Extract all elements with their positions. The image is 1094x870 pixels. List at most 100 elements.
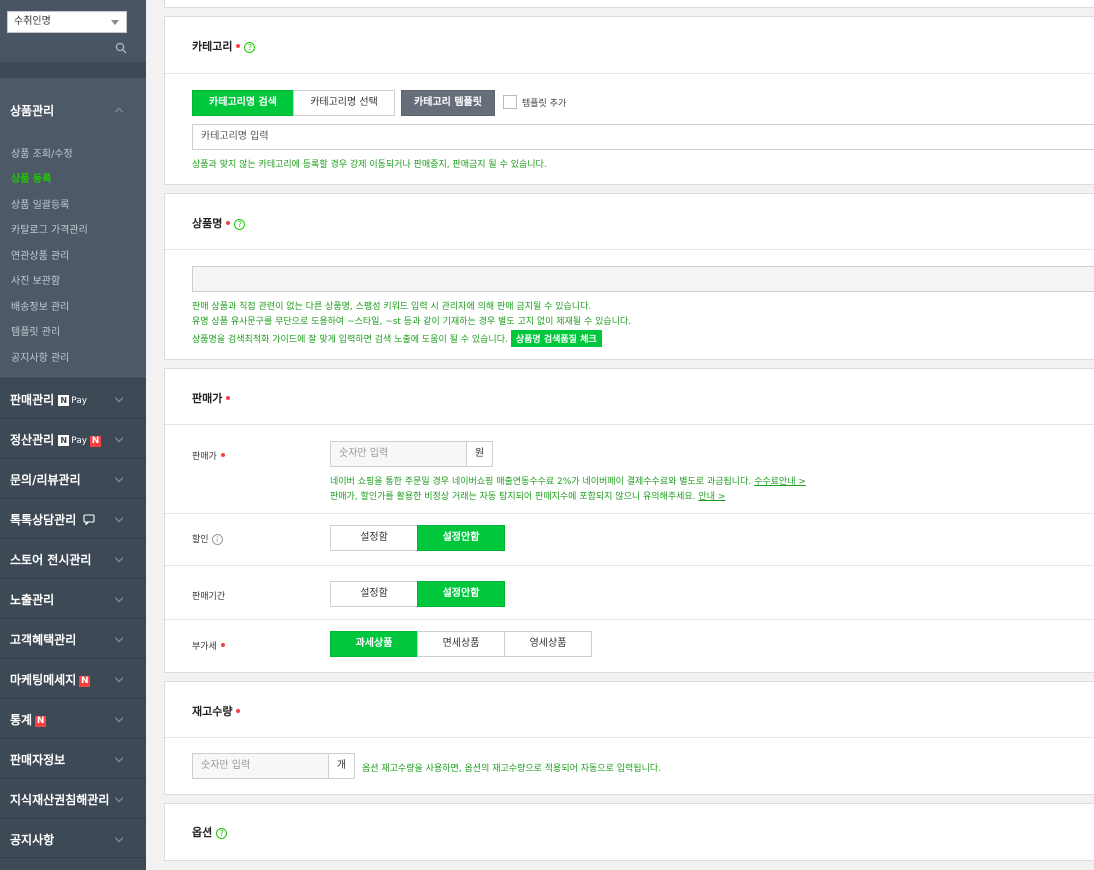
help-icon[interactable]: ? [234, 219, 246, 230]
sidebar-item-product-register[interactable]: 상품 등록 [11, 170, 51, 185]
store-select-value: 수취인명 [14, 16, 51, 27]
category-name-input[interactable]: 카테고리명 입력 [192, 124, 1094, 150]
sidebar-item-label: 통계 [10, 713, 33, 727]
chevron-down-icon [114, 473, 124, 483]
price-input[interactable]: 숫자만 입력 [330, 441, 467, 467]
option-title: 옵션? [192, 824, 228, 840]
required-dot [236, 44, 241, 48]
divider [165, 565, 1094, 566]
sidebar-item-label: 지식재산권침해관리 [10, 793, 110, 807]
price-label: 판매가 [192, 449, 225, 462]
product-name-notice-3-text: 상품명을 검색최적화 가이드에 잘 맞게 입력하면 검색 노출에 도움이 될 수… [192, 335, 508, 345]
sidebar-item-label: 공지사항 [10, 833, 55, 847]
discount-off-button[interactable]: 설정안함 [417, 525, 505, 551]
help-icon[interactable]: ? [244, 42, 256, 53]
price-notice-2: 판매가, 할인가를 활용한 비정상 거래는 자동 탐지되어 판매지수에 포함되지… [330, 489, 725, 502]
sidebar-item-product-search[interactable]: 상품 조회/수정 [11, 145, 73, 160]
sidebar-item-label: 문의/리뷰관리 [10, 473, 81, 487]
sidebar-item-label: 고객혜택관리 [10, 633, 77, 647]
new-badge: N [79, 676, 91, 687]
category-title: 카테고리? [192, 38, 256, 54]
sidebar-item-ip-infringement[interactable]: 지식재산권침해관리 [0, 778, 146, 818]
search-quality-check-button[interactable]: 상품명 검색품질 체크 [510, 330, 602, 347]
sidebar-item-bulk-register[interactable]: 상품 일괄등록 [11, 196, 69, 211]
chevron-down-icon [114, 593, 124, 603]
chevron-down-icon [114, 393, 124, 403]
new-badge: N [35, 716, 47, 727]
new-badge: N [90, 436, 102, 447]
sidebar-item-inquiry-review[interactable]: 문의/리뷰관리 [0, 458, 146, 498]
tab-category-select[interactable]: 카테고리명 선택 [293, 90, 395, 116]
sidebar-item-customer-benefit[interactable]: 고객혜택관리 [0, 618, 146, 658]
sale-period-on-button[interactable]: 설정함 [330, 581, 418, 607]
discount-label: 할인 i [192, 532, 223, 545]
category-notice: 상품과 맞지 않는 카테고리에 등록할 경우 강제 이동되거나 판매중지, 판매… [192, 160, 547, 170]
category-template-button[interactable]: 카테고리 템플릿 [401, 90, 495, 116]
store-select[interactable]: 수취인명 [7, 11, 127, 33]
sidebar-top: 수취인명 [0, 0, 146, 62]
sidebar: 수취인명 상품관리 상품 조회/수정 상품 등록 상품 일괄등록 카탈로그 가격… [0, 0, 146, 870]
search-icon[interactable] [115, 42, 127, 54]
sidebar-item-label: 정산관리 [10, 433, 55, 447]
discount-on-button[interactable]: 설정함 [330, 525, 418, 551]
sidebar-item-seller-info[interactable]: 판매자정보 [0, 738, 146, 778]
required-dot [236, 709, 241, 713]
sale-period-off-button[interactable]: 설정안함 [417, 581, 505, 607]
chat-icon [83, 514, 95, 526]
chevron-down-icon [114, 673, 124, 683]
sidebar-item-talktalk[interactable]: 톡톡상담관리 [0, 498, 146, 538]
sidebar-item-sales[interactable]: 판매관리 N Pay [0, 378, 146, 418]
price-label-text: 판매가 [192, 452, 217, 462]
sidebar-item-marketing-message[interactable]: 마케팅메세지 N [0, 658, 146, 698]
info-icon[interactable]: i [211, 534, 223, 545]
product-name-title-text: 상품명 [192, 217, 223, 230]
vat-zero-button[interactable]: 영세상품 [504, 631, 592, 657]
help-icon[interactable]: ? [216, 828, 228, 839]
product-group-title[interactable]: 상품관리 [10, 102, 54, 119]
product-name-notice-3: 상품명을 검색최적화 가이드에 잘 맞게 입력하면 검색 노출에 도움이 될 수… [192, 330, 602, 347]
divider [165, 424, 1094, 425]
sidebar-item-statistics[interactable]: 통계 N [0, 698, 146, 738]
category-title-text: 카테고리 [192, 40, 233, 53]
sidebar-item-notice[interactable]: 공지사항 [0, 818, 146, 858]
sidebar-item-photo-storage[interactable]: 사진 보관함 [11, 272, 60, 287]
vat-free-button[interactable]: 면세상품 [417, 631, 505, 657]
fee-guide-link[interactable]: 수수료안내 > [754, 477, 806, 487]
category-panel: 카테고리? 카테고리명 검색 카테고리명 선택 카테고리 템플릿 템플릿 추가 … [164, 16, 1094, 185]
vat-taxable-button[interactable]: 과세상품 [330, 631, 418, 657]
divider [165, 73, 1094, 74]
price-notice-2-text: 판매가, 할인가를 활용한 비정상 거래는 자동 탐지되어 판매지수에 포함되지… [330, 492, 696, 502]
product-name-input[interactable] [192, 266, 1094, 292]
stock-unit: 개 [328, 753, 355, 779]
option-title-text: 옵션 [192, 826, 213, 839]
vat-label-text: 부가세 [192, 642, 217, 652]
sidebar-item-related-products[interactable]: 연관상품 관리 [11, 247, 69, 262]
stock-input[interactable]: 숫자만 입력 [192, 753, 329, 779]
sidebar-item-notices[interactable]: 공지사항 관리 [11, 349, 69, 364]
required-dot [220, 453, 225, 457]
sidebar-item-templates[interactable]: 템플릿 관리 [11, 323, 60, 338]
chevron-down-icon [114, 433, 124, 443]
chevron-down-icon [114, 633, 124, 643]
product-name-notice-2: 유명 상품 유사문구를 무단으로 도용하여 ~스타일, ~st 등과 같이 기재… [192, 317, 632, 327]
chevron-down-icon [111, 20, 119, 25]
template-add-checkbox[interactable] [503, 95, 517, 109]
sidebar-item-settlement[interactable]: 정산관리 N Pay N [0, 418, 146, 458]
sidebar-item-label: 마케팅메세지 [10, 673, 77, 687]
required-dot [226, 396, 231, 400]
guide-link[interactable]: 안내 > [698, 492, 725, 502]
chevron-down-icon [114, 793, 124, 803]
previous-panel [164, 0, 1094, 8]
sidebar-item-shipping-info[interactable]: 배송정보 관리 [11, 298, 69, 313]
sidebar-item-label: 노출관리 [10, 593, 55, 607]
sidebar-item-store-display[interactable]: 스토어 전시관리 [0, 538, 146, 578]
price-unit: 원 [466, 441, 493, 467]
sidebar-item-exposure[interactable]: 노출관리 [0, 578, 146, 618]
chevron-up-icon [114, 107, 124, 117]
tab-category-search[interactable]: 카테고리명 검색 [192, 90, 294, 116]
divider [165, 737, 1094, 738]
sidebar-item-catalog-price[interactable]: 카탈로그 가격관리 [11, 221, 88, 236]
required-dot [226, 221, 231, 225]
product-name-title: 상품명? [192, 215, 246, 231]
stock-notice: 옵션 재고수량을 사용하면, 옵션의 재고수량으로 적용되어 자동으로 입력됩니… [362, 764, 661, 774]
